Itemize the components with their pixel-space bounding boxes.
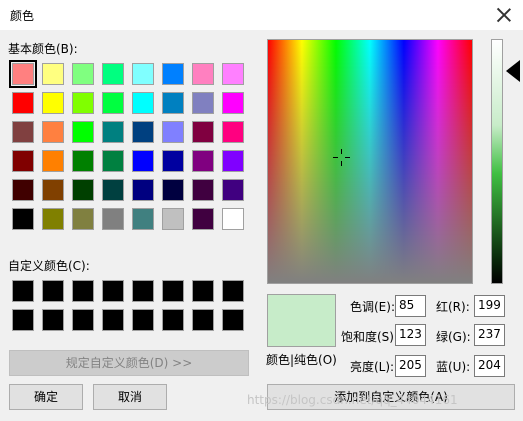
basic-color-swatch[interactable] xyxy=(192,121,214,143)
luminance-field[interactable]: 205 xyxy=(395,355,426,377)
window-title: 颜色 xyxy=(10,9,35,23)
basic-color-swatch[interactable] xyxy=(132,150,154,172)
basic-color-swatch[interactable] xyxy=(222,63,244,85)
basic-color-swatch[interactable] xyxy=(102,63,124,85)
basic-color-swatch[interactable] xyxy=(132,92,154,114)
basic-color-swatch[interactable] xyxy=(132,63,154,85)
hue-field[interactable]: 85 xyxy=(395,295,426,317)
custom-color-swatch[interactable] xyxy=(42,280,64,302)
ok-button[interactable]: 确定 xyxy=(9,384,83,410)
custom-color-swatch[interactable] xyxy=(102,280,124,302)
basic-color-swatch[interactable] xyxy=(132,208,154,230)
basic-color-swatch[interactable] xyxy=(72,150,94,172)
green-field[interactable]: 237 xyxy=(474,324,505,346)
basic-color-swatch[interactable] xyxy=(162,208,184,230)
saturation-label: 饱和度(S): xyxy=(341,330,399,344)
arrow-left-icon[interactable] xyxy=(506,60,520,82)
cancel-button[interactable]: 取消 xyxy=(93,384,167,410)
luminance-bar[interactable] xyxy=(491,39,503,284)
custom-color-swatch[interactable] xyxy=(12,280,34,302)
blue-label: 蓝(U): xyxy=(436,360,471,374)
custom-colors-label: 自定义颜色(C): xyxy=(8,259,90,273)
custom-color-swatch[interactable] xyxy=(162,309,184,331)
luminance-label: 亮度(L): xyxy=(350,360,395,374)
red-label: 红(R): xyxy=(436,300,470,314)
basic-color-swatch[interactable] xyxy=(162,63,184,85)
basic-color-swatch[interactable] xyxy=(42,150,64,172)
basic-color-swatch[interactable] xyxy=(222,208,244,230)
basic-colors-label: 基本颜色(B): xyxy=(8,42,78,56)
custom-color-swatch[interactable] xyxy=(72,280,94,302)
basic-color-swatch[interactable] xyxy=(192,63,214,85)
color-preview xyxy=(267,294,336,347)
basic-color-swatch[interactable] xyxy=(132,121,154,143)
define-custom-colors-button[interactable]: 规定自定义颜色(D) >> xyxy=(9,350,249,376)
custom-color-swatch[interactable] xyxy=(12,309,34,331)
custom-color-swatch[interactable] xyxy=(42,309,64,331)
basic-color-swatch[interactable] xyxy=(162,92,184,114)
close-icon[interactable] xyxy=(493,4,515,26)
basic-color-swatch[interactable] xyxy=(162,179,184,201)
basic-color-swatch[interactable] xyxy=(222,150,244,172)
custom-color-swatch[interactable] xyxy=(132,309,154,331)
basic-color-swatch[interactable] xyxy=(222,121,244,143)
custom-color-swatch[interactable] xyxy=(222,280,244,302)
custom-color-swatch[interactable] xyxy=(72,309,94,331)
saturation-field[interactable]: 123 xyxy=(395,324,426,346)
basic-color-swatch[interactable] xyxy=(72,179,94,201)
basic-color-swatch[interactable] xyxy=(192,150,214,172)
custom-color-swatch[interactable] xyxy=(132,280,154,302)
solid-color-label: 颜色|纯色(O) xyxy=(266,353,337,367)
custom-color-swatch[interactable] xyxy=(102,309,124,331)
basic-color-swatch[interactable] xyxy=(132,179,154,201)
basic-color-swatch[interactable] xyxy=(12,208,34,230)
title-bar: 颜色 xyxy=(0,0,523,30)
basic-color-swatch[interactable] xyxy=(102,208,124,230)
custom-color-swatch[interactable] xyxy=(192,309,214,331)
basic-color-swatch[interactable] xyxy=(102,179,124,201)
basic-color-swatch[interactable] xyxy=(102,92,124,114)
green-label: 绿(G): xyxy=(436,330,471,344)
blue-field[interactable]: 204 xyxy=(474,355,505,377)
basic-color-swatch[interactable] xyxy=(42,92,64,114)
color-spectrum[interactable] xyxy=(267,39,473,284)
basic-color-swatch[interactable] xyxy=(42,179,64,201)
basic-color-swatch[interactable] xyxy=(12,92,34,114)
custom-color-swatch[interactable] xyxy=(222,309,244,331)
basic-color-swatch[interactable] xyxy=(102,150,124,172)
basic-color-swatch[interactable] xyxy=(42,121,64,143)
basic-color-swatch[interactable] xyxy=(102,121,124,143)
basic-color-swatch[interactable] xyxy=(42,63,64,85)
basic-color-swatch[interactable] xyxy=(192,179,214,201)
basic-color-swatch[interactable] xyxy=(12,121,34,143)
custom-color-swatch[interactable] xyxy=(162,280,184,302)
basic-color-swatch[interactable] xyxy=(72,121,94,143)
basic-color-swatch[interactable] xyxy=(72,208,94,230)
basic-color-swatch[interactable] xyxy=(12,150,34,172)
crosshair-icon xyxy=(333,149,350,166)
basic-color-swatch[interactable] xyxy=(162,121,184,143)
basic-color-swatch[interactable] xyxy=(162,150,184,172)
custom-color-swatch[interactable] xyxy=(192,280,214,302)
basic-color-swatch[interactable] xyxy=(42,208,64,230)
basic-color-swatch[interactable] xyxy=(12,179,34,201)
red-field[interactable]: 199 xyxy=(474,295,505,317)
hue-label: 色调(E): xyxy=(350,300,395,314)
basic-color-swatch[interactable] xyxy=(192,208,214,230)
basic-color-swatch[interactable] xyxy=(72,63,94,85)
basic-color-swatch[interactable] xyxy=(222,179,244,201)
basic-color-swatch[interactable] xyxy=(192,92,214,114)
basic-color-swatch[interactable] xyxy=(72,92,94,114)
basic-color-swatch[interactable] xyxy=(9,60,37,88)
basic-color-swatch[interactable] xyxy=(222,92,244,114)
watermark-text: https://blog.csdn.net/qq_44044161 xyxy=(247,393,458,407)
